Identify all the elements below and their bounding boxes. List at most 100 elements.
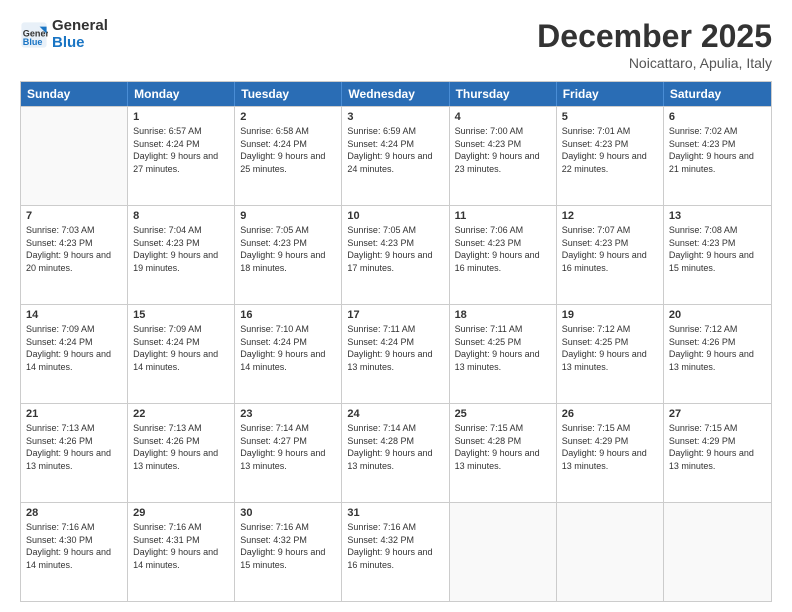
day-info: Sunrise: 7:12 AMSunset: 4:25 PMDaylight:… — [562, 323, 658, 373]
day-cell-3-1: 14 Sunrise: 7:09 AMSunset: 4:24 PMDayligh… — [21, 305, 128, 403]
day-number: 15 — [133, 309, 229, 321]
day-cell-5-3: 30Sunrise: 7:16 AMSunset: 4:32 PMDayligh… — [235, 503, 342, 601]
day-cell-4-7: 27 Sunrise: 7:15 AMSunset: 4:29 PMDayligh… — [664, 404, 771, 502]
day-info: Sunrise: 7:10 AMSunset: 4:24 PMDaylight:… — [240, 323, 336, 373]
day-number: 23 — [240, 408, 336, 420]
day-info: Sunrise: 7:15 AMSunset: 4:28 PMDaylight:… — [455, 422, 551, 472]
day-info: Sunrise: 7:16 AMSunset: 4:32 PMDaylight:… — [347, 521, 443, 571]
day-cell-1-5: 4Sunrise: 7:00 AMSunset: 4:23 PMDaylight… — [450, 107, 557, 205]
day-number: 16 — [240, 309, 336, 321]
day-info: Sunrise: 7:09 AMSunset: 4:24 PMDaylight:… — [26, 323, 122, 373]
weekday-wednesday: Wednesday — [342, 82, 449, 106]
day-cell-1-6: 5 Sunrise: 7:01 AMSunset: 4:23 PMDaylight… — [557, 107, 664, 205]
weekday-tuesday: Tuesday — [235, 82, 342, 106]
day-info: Sunrise: 6:57 AMSunset: 4:24 PMDaylight:… — [133, 125, 229, 175]
day-number: 11 — [455, 210, 551, 222]
day-info: Sunrise: 7:05 AMSunset: 4:23 PMDaylight:… — [347, 224, 443, 274]
day-number: 25 — [455, 408, 551, 420]
day-info: Sunrise: 7:07 AMSunset: 4:23 PMDaylight:… — [562, 224, 658, 274]
day-cell-1-2: 1 Sunrise: 6:57 AMSunset: 4:24 PMDaylight… — [128, 107, 235, 205]
calendar-header: Sunday Monday Tuesday Wednesday Thursday… — [21, 82, 771, 106]
day-cell-4-4: 24Sunrise: 7:14 AMSunset: 4:28 PMDayligh… — [342, 404, 449, 502]
day-info: Sunrise: 7:16 AMSunset: 4:30 PMDaylight:… — [26, 521, 122, 571]
day-cell-4-3: 23 Sunrise: 7:14 AMSunset: 4:27 PMDayligh… — [235, 404, 342, 502]
page: General Blue General Blue December 2025 … — [0, 0, 792, 612]
day-number: 20 — [669, 309, 766, 321]
week-row-5: 28 Sunrise: 7:16 AMSunset: 4:30 PMDayligh… — [21, 502, 771, 601]
day-info: Sunrise: 7:00 AMSunset: 4:23 PMDaylight:… — [455, 125, 551, 175]
day-cell-4-1: 21 Sunrise: 7:13 AMSunset: 4:26 PMDayligh… — [21, 404, 128, 502]
logo-blue: Blue — [52, 35, 108, 52]
day-info: Sunrise: 7:11 AMSunset: 4:25 PMDaylight:… — [455, 323, 551, 373]
day-info: Sunrise: 7:14 AMSunset: 4:28 PMDaylight:… — [347, 422, 443, 472]
day-number: 30 — [240, 507, 336, 519]
week-row-2: 7Sunrise: 7:03 AMSunset: 4:23 PMDaylight… — [21, 205, 771, 304]
day-info: Sunrise: 7:05 AMSunset: 4:23 PMDaylight:… — [240, 224, 336, 274]
day-info: Sunrise: 7:09 AMSunset: 4:24 PMDaylight:… — [133, 323, 229, 373]
day-info: Sunrise: 7:11 AMSunset: 4:24 PMDaylight:… — [347, 323, 443, 373]
day-info: Sunrise: 7:15 AMSunset: 4:29 PMDaylight:… — [562, 422, 658, 472]
weekday-thursday: Thursday — [450, 82, 557, 106]
day-cell-4-6: 26 Sunrise: 7:15 AMSunset: 4:29 PMDayligh… — [557, 404, 664, 502]
day-info: Sunrise: 7:12 AMSunset: 4:26 PMDaylight:… — [669, 323, 766, 373]
day-number: 6 — [669, 111, 766, 123]
day-cell-5-5 — [450, 503, 557, 601]
day-cell-5-7 — [664, 503, 771, 601]
day-cell-3-5: 18Sunrise: 7:11 AMSunset: 4:25 PMDayligh… — [450, 305, 557, 403]
day-cell-2-5: 11Sunrise: 7:06 AMSunset: 4:23 PMDayligh… — [450, 206, 557, 304]
day-number: 27 — [669, 408, 766, 420]
day-number: 17 — [347, 309, 443, 321]
day-number: 26 — [562, 408, 658, 420]
week-row-3: 14 Sunrise: 7:09 AMSunset: 4:24 PMDayligh… — [21, 304, 771, 403]
day-number: 10 — [347, 210, 443, 222]
day-number: 3 — [347, 111, 443, 123]
day-cell-1-1 — [21, 107, 128, 205]
day-info: Sunrise: 7:02 AMSunset: 4:23 PMDaylight:… — [669, 125, 766, 175]
svg-text:Blue: Blue — [23, 36, 43, 46]
day-cell-2-4: 10 Sunrise: 7:05 AMSunset: 4:23 PMDayligh… — [342, 206, 449, 304]
day-cell-1-4: 3 Sunrise: 6:59 AMSunset: 4:24 PMDaylight… — [342, 107, 449, 205]
day-number: 12 — [562, 210, 658, 222]
day-cell-1-7: 6 Sunrise: 7:02 AMSunset: 4:23 PMDaylight… — [664, 107, 771, 205]
day-number: 1 — [133, 111, 229, 123]
calendar-body: 1 Sunrise: 6:57 AMSunset: 4:24 PMDaylight… — [21, 106, 771, 601]
day-info: Sunrise: 7:16 AMSunset: 4:31 PMDaylight:… — [133, 521, 229, 571]
day-cell-5-4: 31Sunrise: 7:16 AMSunset: 4:32 PMDayligh… — [342, 503, 449, 601]
day-number: 29 — [133, 507, 229, 519]
day-info: Sunrise: 7:15 AMSunset: 4:29 PMDaylight:… — [669, 422, 766, 472]
week-row-1: 1 Sunrise: 6:57 AMSunset: 4:24 PMDaylight… — [21, 106, 771, 205]
day-cell-4-2: 22 Sunrise: 7:13 AMSunset: 4:26 PMDayligh… — [128, 404, 235, 502]
day-cell-2-1: 7Sunrise: 7:03 AMSunset: 4:23 PMDaylight… — [21, 206, 128, 304]
day-number: 21 — [26, 408, 122, 420]
day-cell-3-3: 16 Sunrise: 7:10 AMSunset: 4:24 PMDayligh… — [235, 305, 342, 403]
day-number: 19 — [562, 309, 658, 321]
day-info: Sunrise: 6:58 AMSunset: 4:24 PMDaylight:… — [240, 125, 336, 175]
weekday-sunday: Sunday — [21, 82, 128, 106]
day-number: 22 — [133, 408, 229, 420]
header: General Blue General Blue December 2025 … — [20, 18, 772, 71]
day-cell-2-6: 12 Sunrise: 7:07 AMSunset: 4:23 PMDayligh… — [557, 206, 664, 304]
day-cell-5-6 — [557, 503, 664, 601]
logo: General Blue General Blue — [20, 18, 108, 51]
day-cell-4-5: 25 Sunrise: 7:15 AMSunset: 4:28 PMDayligh… — [450, 404, 557, 502]
weekday-saturday: Saturday — [664, 82, 771, 106]
day-info: Sunrise: 7:03 AMSunset: 4:23 PMDaylight:… — [26, 224, 122, 274]
week-row-4: 21 Sunrise: 7:13 AMSunset: 4:26 PMDayligh… — [21, 403, 771, 502]
day-info: Sunrise: 7:13 AMSunset: 4:26 PMDaylight:… — [133, 422, 229, 472]
day-cell-3-2: 15 Sunrise: 7:09 AMSunset: 4:24 PMDayligh… — [128, 305, 235, 403]
day-number: 5 — [562, 111, 658, 123]
day-info: Sunrise: 6:59 AMSunset: 4:24 PMDaylight:… — [347, 125, 443, 175]
day-number: 14 — [26, 309, 122, 321]
day-cell-2-7: 13Sunrise: 7:08 AMSunset: 4:23 PMDayligh… — [664, 206, 771, 304]
day-cell-3-7: 20 Sunrise: 7:12 AMSunset: 4:26 PMDayligh… — [664, 305, 771, 403]
day-info: Sunrise: 7:14 AMSunset: 4:27 PMDaylight:… — [240, 422, 336, 472]
day-info: Sunrise: 7:13 AMSunset: 4:26 PMDaylight:… — [26, 422, 122, 472]
day-info: Sunrise: 7:08 AMSunset: 4:23 PMDaylight:… — [669, 224, 766, 274]
logo-icon: General Blue — [20, 21, 48, 49]
day-info: Sunrise: 7:01 AMSunset: 4:23 PMDaylight:… — [562, 125, 658, 175]
day-cell-1-3: 2Sunrise: 6:58 AMSunset: 4:24 PMDaylight… — [235, 107, 342, 205]
day-cell-2-2: 8Sunrise: 7:04 AMSunset: 4:23 PMDaylight… — [128, 206, 235, 304]
day-number: 28 — [26, 507, 122, 519]
day-cell-2-3: 9Sunrise: 7:05 AMSunset: 4:23 PMDaylight… — [235, 206, 342, 304]
day-cell-3-4: 17 Sunrise: 7:11 AMSunset: 4:24 PMDayligh… — [342, 305, 449, 403]
